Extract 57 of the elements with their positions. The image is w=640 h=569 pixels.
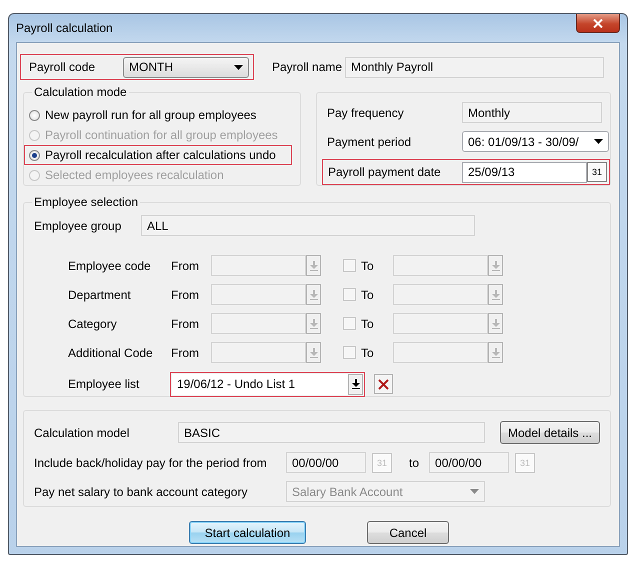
input-field[interactable]: Monthly Payroll bbox=[345, 56, 604, 78]
field-label: Additional Code bbox=[68, 346, 154, 360]
caret-icon bbox=[470, 489, 479, 494]
group-title: Employee selection bbox=[32, 195, 140, 209]
input-field[interactable]: BASIC bbox=[178, 422, 485, 443]
caret-icon bbox=[594, 139, 603, 144]
field-label: Employee code bbox=[68, 258, 152, 272]
group-title: Calculation mode bbox=[32, 85, 129, 99]
caret-icon bbox=[234, 64, 243, 70]
field-label: Department bbox=[68, 288, 132, 302]
field-label: From bbox=[171, 346, 200, 360]
field-label: Category bbox=[68, 316, 118, 330]
field-label: To bbox=[361, 346, 375, 360]
down-arrow-icon bbox=[310, 318, 318, 328]
close-button[interactable] bbox=[576, 14, 620, 33]
clear-button[interactable] bbox=[374, 374, 393, 394]
radio-option[interactable]: New payroll run for all group employees bbox=[29, 105, 256, 125]
down-arrow-icon bbox=[352, 379, 360, 389]
field-label: Employee list bbox=[68, 377, 140, 391]
field-label: Employee group bbox=[34, 218, 122, 232]
close-icon bbox=[593, 18, 603, 28]
calendar-button[interactable]: 31 bbox=[587, 162, 607, 182]
input-field[interactable]: 19/06/12 - Undo List 1 bbox=[172, 374, 348, 394]
field-label: Payroll name bbox=[272, 60, 344, 74]
dropdown[interactable]: 06: 01/09/13 - 30/09/ bbox=[462, 131, 609, 152]
dropdown[interactable]: MONTH bbox=[123, 56, 249, 78]
field-label: To bbox=[361, 316, 375, 330]
input-field[interactable]: 25/09/13 bbox=[462, 162, 587, 182]
down-arrow-icon bbox=[310, 348, 318, 358]
field-label: Include back/holiday pay for the period from bbox=[34, 456, 268, 470]
field-label: to bbox=[409, 456, 420, 470]
lookup-button[interactable] bbox=[348, 374, 363, 394]
down-arrow-icon bbox=[492, 348, 500, 358]
input-field[interactable]: ALL bbox=[141, 215, 475, 236]
cancel-button[interactable]: Cancel bbox=[367, 521, 449, 544]
start-button[interactable]: Start calculation bbox=[189, 521, 306, 544]
field-label: Payment period bbox=[326, 134, 412, 148]
down-arrow-icon bbox=[492, 318, 500, 328]
field-label: Payroll payment date bbox=[327, 165, 442, 179]
down-arrow-icon bbox=[492, 290, 500, 300]
field-label: From bbox=[171, 288, 200, 302]
field-label: Pay net salary to bank account category bbox=[34, 484, 248, 498]
radio-option[interactable]: Payroll recalculation after calculations undo bbox=[29, 145, 276, 165]
field-label: From bbox=[171, 258, 200, 272]
cross-icon bbox=[378, 378, 389, 390]
model-details-button[interactable]: Model details ... bbox=[500, 421, 600, 444]
field-label: From bbox=[171, 316, 200, 330]
down-arrow-icon bbox=[310, 260, 318, 270]
field-label: Calculation model bbox=[34, 426, 130, 440]
input-field[interactable]: Monthly bbox=[462, 102, 602, 123]
field-label: Pay frequency bbox=[326, 106, 405, 120]
field-label: To bbox=[361, 258, 375, 272]
down-arrow-icon bbox=[492, 260, 500, 270]
down-arrow-icon bbox=[310, 290, 318, 300]
field-label: Payroll code bbox=[29, 60, 96, 74]
window-title: Payroll calculation bbox=[16, 21, 113, 35]
field-label: To bbox=[361, 288, 375, 302]
